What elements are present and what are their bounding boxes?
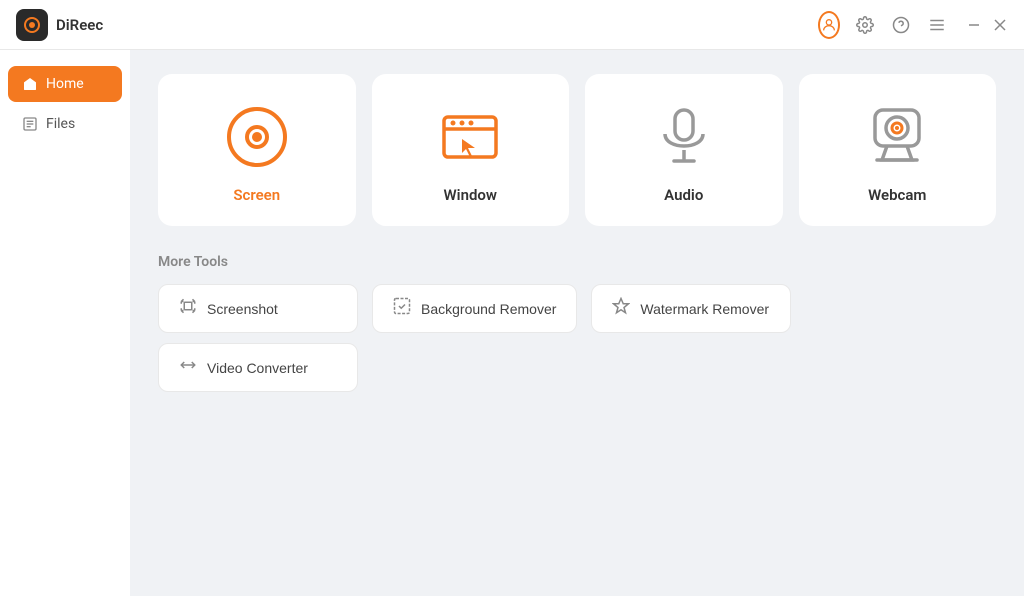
window-card-icon [435,102,505,172]
screenshot-icon [179,297,197,320]
minimize-icon [967,18,981,32]
tools-row-2: Video Converter [158,343,996,392]
close-icon [993,18,1007,32]
window-icon [440,109,500,165]
settings-icon [856,16,874,34]
titlebar-actions [818,14,1008,36]
watermark-remover-label: Watermark Remover [640,301,769,317]
logo-inner [24,17,40,33]
screenshot-button[interactable]: Screenshot [158,284,358,333]
sidebar-item-home[interactable]: Home [8,66,122,102]
window-controls [966,17,1008,33]
logo-dot [29,22,35,28]
app-logo: DiReec [16,9,103,41]
more-tools-title: More Tools [158,254,996,270]
video-converter-icon [179,356,197,379]
video-converter-label: Video Converter [207,360,308,376]
recording-cards: Screen Window [158,74,996,226]
logo-icon [16,9,48,41]
sidebar-files-label: Files [46,116,75,132]
screen-card-label: Screen [233,186,280,204]
audio-icon [657,106,711,168]
app-body: Home Files [0,50,1024,596]
menu-icon [928,16,946,34]
background-remover-icon [393,297,411,320]
audio-card[interactable]: Audio [585,74,783,226]
menu-button[interactable] [926,14,948,36]
video-converter-button[interactable]: Video Converter [158,343,358,392]
tools-grid: Screenshot Background Remover [158,284,996,392]
background-remover-label: Background Remover [421,301,556,317]
webcam-card-icon [862,102,932,172]
help-icon [892,16,910,34]
settings-button[interactable] [854,14,876,36]
window-card-label: Window [444,186,497,204]
screen-card-icon [222,102,292,172]
main-content: Screen Window [130,50,1024,596]
screen-icon [225,105,289,169]
watermark-remover-button[interactable]: Watermark Remover [591,284,791,333]
minimize-button[interactable] [966,17,982,33]
app-name: DiReec [56,16,103,34]
screen-card[interactable]: Screen [158,74,356,226]
help-button[interactable] [890,14,912,36]
webcam-card-label: Webcam [868,186,926,204]
titlebar: DiReec [0,0,1024,50]
webcam-card[interactable]: Webcam [799,74,997,226]
profile-button[interactable] [818,14,840,36]
background-remover-button[interactable]: Background Remover [372,284,577,333]
close-button[interactable] [992,17,1008,33]
home-icon [22,76,38,92]
audio-card-icon [649,102,719,172]
profile-icon [818,11,840,39]
sidebar-home-label: Home [46,76,84,92]
window-card[interactable]: Window [372,74,570,226]
files-icon [22,116,38,132]
sidebar: Home Files [0,50,130,596]
screenshot-label: Screenshot [207,301,278,317]
watermark-remover-icon [612,297,630,320]
tools-row-1: Screenshot Background Remover [158,284,996,333]
sidebar-item-files[interactable]: Files [8,106,122,142]
more-tools-section: More Tools [158,254,996,392]
audio-card-label: Audio [664,186,703,204]
webcam-icon [867,106,927,168]
